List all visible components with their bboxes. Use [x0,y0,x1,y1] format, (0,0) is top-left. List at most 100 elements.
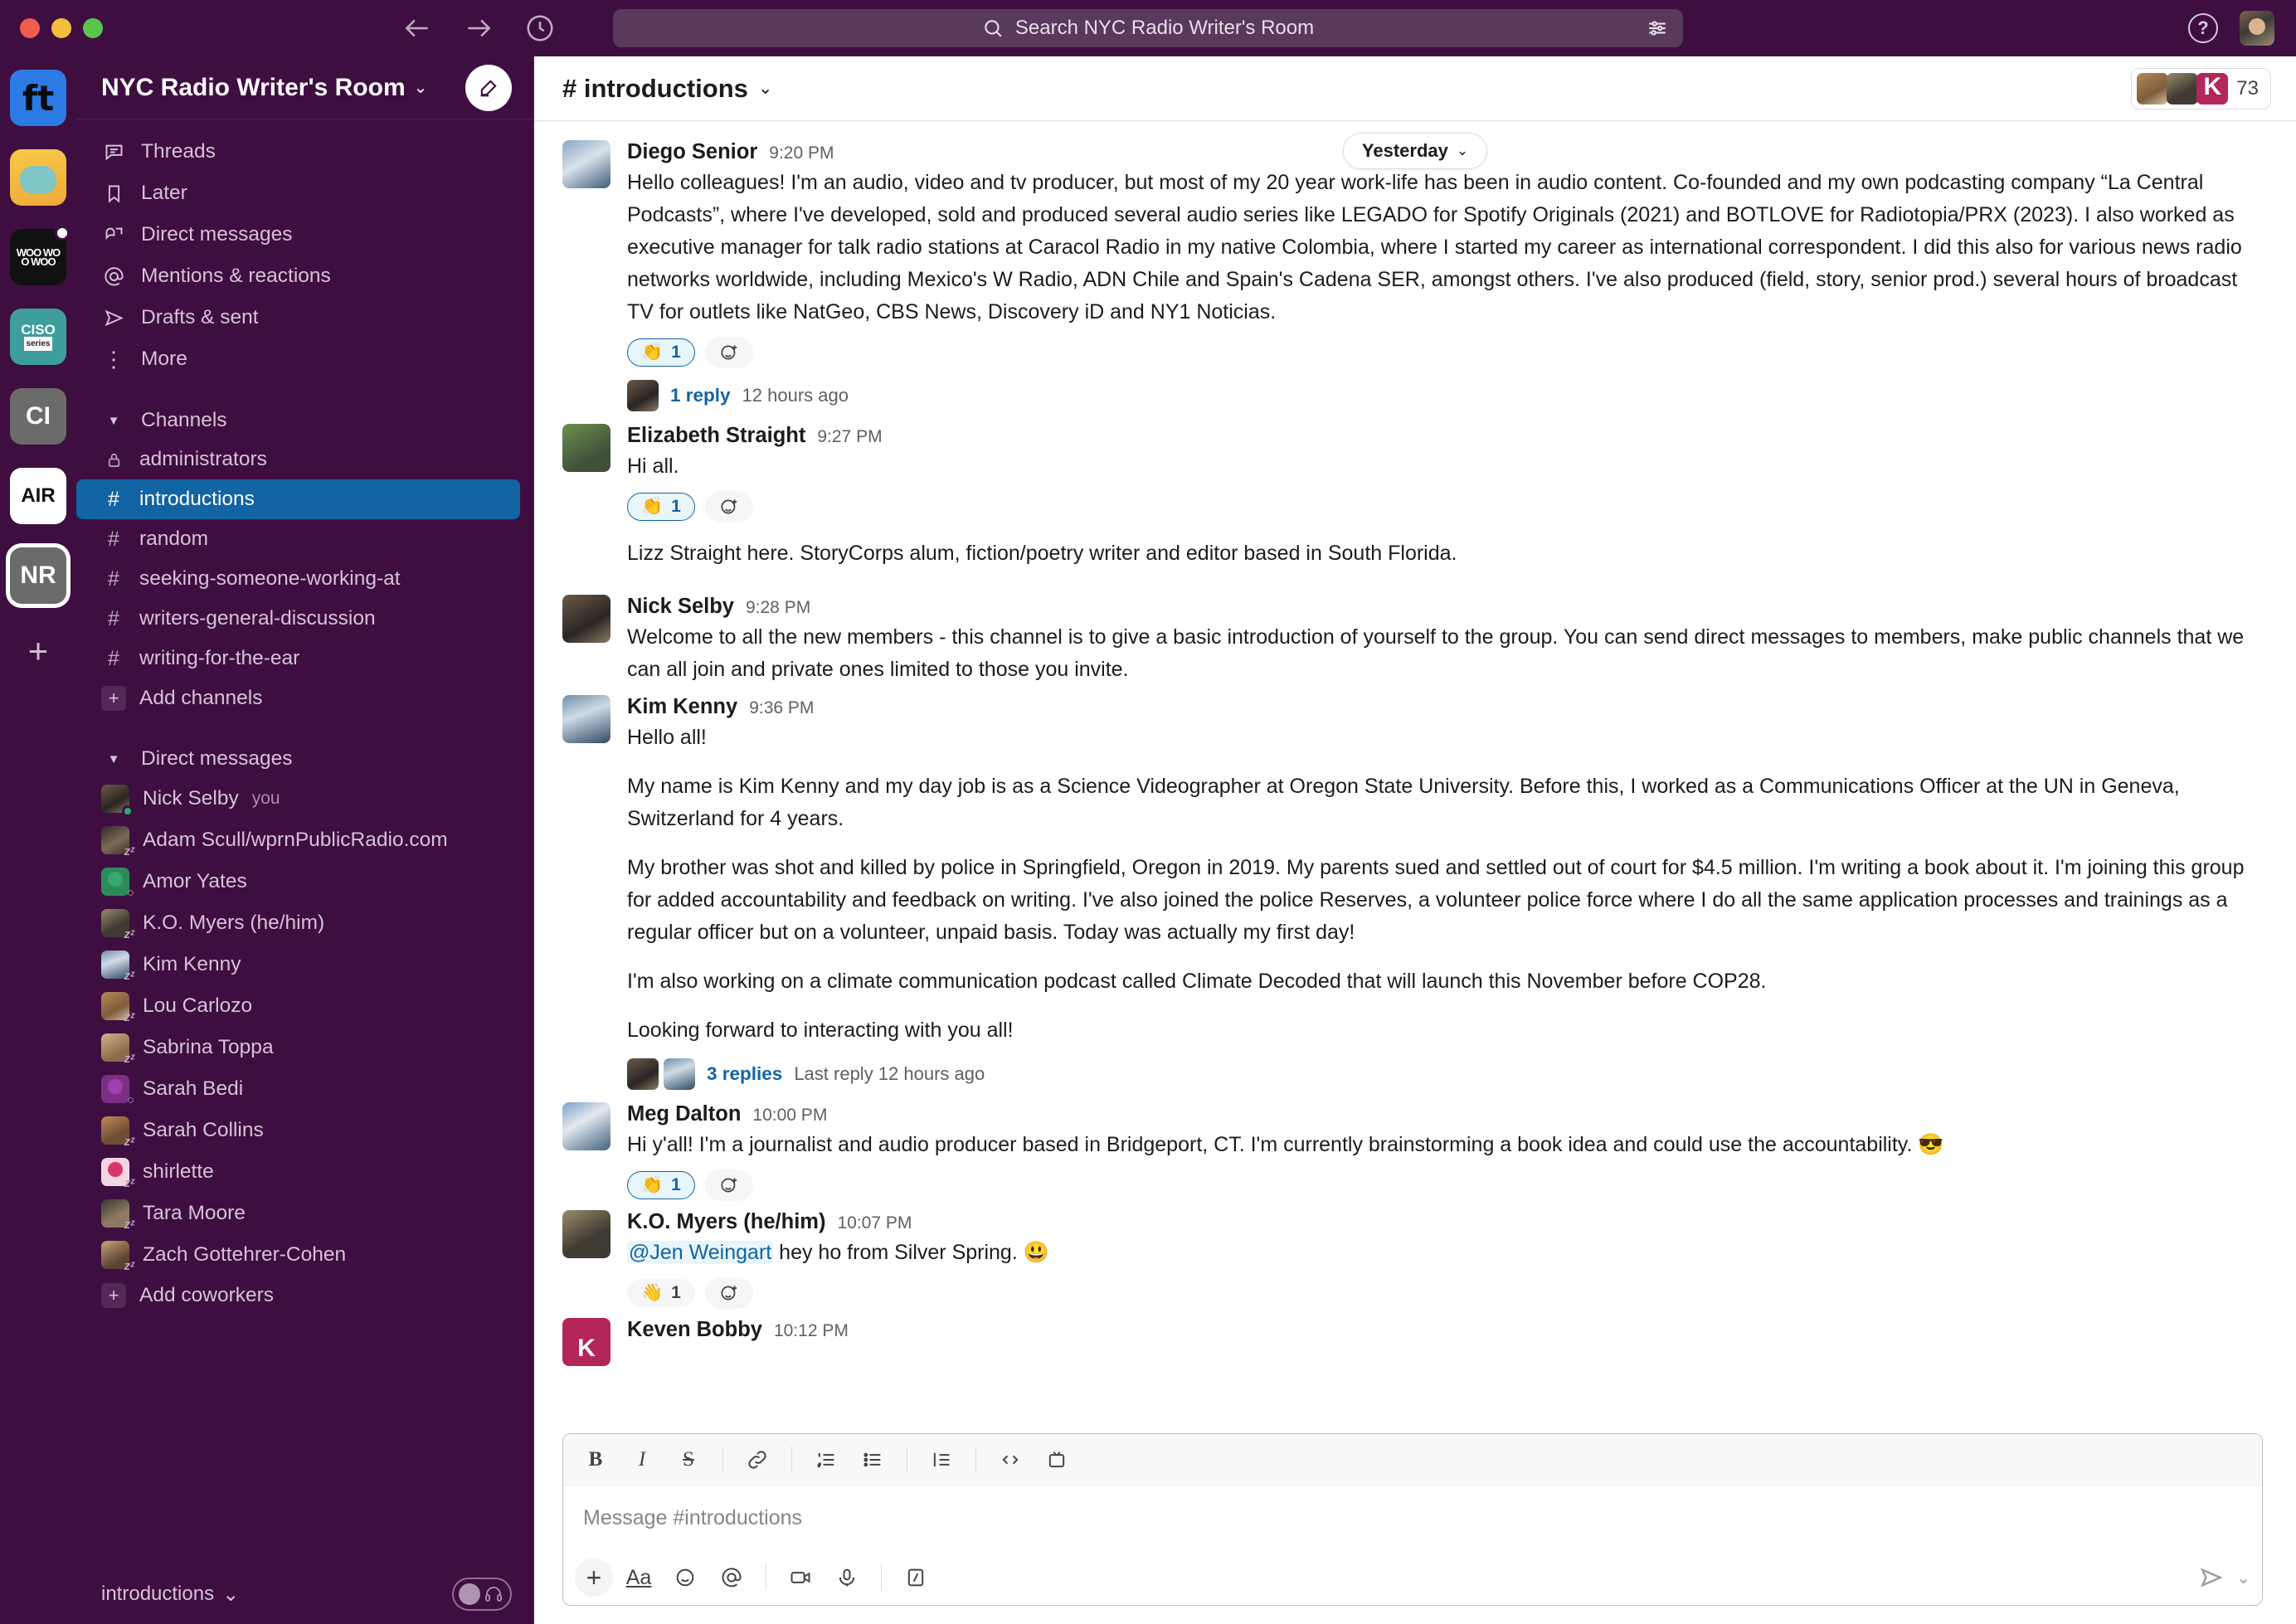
send-controls[interactable]: ⌄ [2198,1564,2250,1591]
message-author[interactable]: Nick Selby [627,595,734,619]
avatar[interactable] [562,595,610,643]
sidebar-item-writing-for-the-ear[interactable]: # writing-for-the-ear [76,639,520,678]
sidebar-item-seeking-someone-working-at[interactable]: # seeking-someone-working-at [76,559,520,599]
dm-item-sarah-bedi[interactable]: ○ Sarah Bedi [76,1068,533,1110]
video-clip-button[interactable] [780,1558,821,1597]
reaction-clap[interactable]: 👏 1 [627,493,695,521]
italic-button[interactable]: I [621,1441,663,1479]
sidebar-item-random[interactable]: # random [76,519,520,559]
emoji-button[interactable] [664,1558,706,1597]
ordered-list-button[interactable] [805,1441,847,1479]
message-author[interactable]: Keven Bobby [627,1318,762,1342]
compose-button[interactable] [465,64,512,111]
dm-item-shirlette[interactable]: zᶻ shirlette [76,1151,533,1193]
sidebar-item-writers-general-discussion[interactable]: # writers-general-discussion [76,599,520,639]
members-button[interactable]: K 73 [2131,67,2271,109]
dm-item-sabrina-toppa[interactable]: zᶻ Sabrina Toppa [76,1027,533,1068]
message-composer[interactable]: B I S Message #introductions + Aa ⌄ [562,1433,2263,1606]
dm-item-lou-carlozo[interactable]: zᶻ Lou Carlozo [76,985,533,1027]
dm-item-ko-myers[interactable]: zᶻ K.O. Myers (he/him) [76,902,533,944]
dm-item-kim-kenny[interactable]: zᶻ Kim Kenny [76,944,533,985]
dm-item-amor-yates[interactable]: ○ Amor Yates [76,861,533,902]
reaction-wave[interactable]: 👋 1 [627,1279,695,1307]
sidebar-item-more[interactable]: ⋮ More [76,338,533,380]
sidebar-item-introductions[interactable]: # introductions [76,479,520,519]
sidebar-item-direct-messages[interactable]: Direct messages [76,214,533,255]
forward-arrow-icon[interactable] [463,12,494,44]
code-button[interactable] [990,1441,1031,1479]
blockquote-button[interactable] [921,1441,962,1479]
dm-item-nick-selby[interactable]: Nick Selby you [76,778,533,819]
thread-summary[interactable]: 1 reply 12 hours ago [627,377,2263,415]
workspace-air[interactable]: AIR [10,468,66,524]
bulleted-list-button[interactable] [852,1441,893,1479]
workspace-ft[interactable]: ft [10,70,66,126]
dm-item-zach-gottehrer-cohen[interactable]: zᶻ Zach Gottehrer-Cohen [76,1234,533,1276]
workspace-woo[interactable]: WOO WOO WOO [10,226,70,285]
date-divider[interactable]: Yesterday ⌄ [1342,133,1488,169]
formatting-toggle-button[interactable]: Aa [618,1558,659,1597]
link-button[interactable] [737,1441,778,1479]
add-channels-button[interactable]: + Add channels [76,678,520,718]
chevron-down-icon[interactable]: ⌄ [2236,1568,2250,1588]
reaction-clap[interactable]: 👏 1 [627,338,695,367]
message-list[interactable]: Yesterday ⌄ Diego Senior 9:20 PM Hello c… [534,121,2296,1433]
window-controls[interactable] [0,18,158,38]
shortcuts-button[interactable] [895,1558,936,1597]
user-avatar[interactable] [2240,11,2274,46]
code-block-button[interactable] [1036,1441,1077,1479]
sidebar-item-drafts[interactable]: Drafts & sent [76,297,533,338]
minimize-window-button[interactable] [51,18,71,38]
sidebar-item-threads[interactable]: Threads [76,131,533,173]
bold-button[interactable]: B [575,1441,616,1479]
thread-reply-count[interactable]: 3 replies [707,1063,782,1085]
avatar[interactable]: K [562,1318,610,1366]
back-arrow-icon[interactable] [401,12,433,44]
add-coworkers-button[interactable]: + Add coworkers [76,1276,520,1315]
sidebar-scroll[interactable]: Threads Later Direct messages Mentions &… [76,119,533,1564]
strikethrough-button[interactable]: S [668,1441,709,1479]
attach-plus-button[interactable]: + [575,1558,613,1597]
dm-item-adam-scull[interactable]: zᶻ Adam Scull/wprnPublicRadio.com [76,819,533,861]
avatar[interactable] [562,1210,610,1258]
huddle-toggle[interactable] [452,1578,512,1611]
message-input[interactable]: Message #introductions [563,1485,2262,1550]
channel-title-button[interactable]: # introductions ⌄ [562,74,773,104]
mention-button[interactable] [711,1558,752,1597]
message-author[interactable]: Diego Senior [627,140,757,164]
reaction-clap[interactable]: 👏 1 [627,1171,695,1199]
search-filters-icon[interactable] [1647,17,1668,39]
add-workspace-button[interactable]: + [14,627,62,675]
workspace-ciso[interactable]: CISO series [10,309,66,365]
help-icon[interactable]: ? [2188,13,2218,43]
message-author[interactable]: Elizabeth Straight [627,424,805,448]
add-reaction-button[interactable] [704,491,753,523]
workspace-name-button[interactable]: NYC Radio Writer's Room ⌄ [101,74,427,102]
user-mention[interactable]: @Jen Weingart [627,1241,774,1264]
dm-item-sarah-collins[interactable]: zᶻ Sarah Collins [76,1110,533,1151]
sidebar-item-mentions[interactable]: Mentions & reactions [76,255,533,297]
workspace-header[interactable]: NYC Radio Writer's Room ⌄ [76,56,533,119]
close-window-button[interactable] [20,18,40,38]
channels-section-header[interactable]: ▼ Channels [76,401,533,440]
message-author[interactable]: K.O. Myers (he/him) [627,1210,825,1234]
workspace-hippo[interactable] [10,149,66,206]
dm-item-tara-moore[interactable]: zᶻ Tara Moore [76,1193,533,1234]
sidebar-footer-channel[interactable]: introductions ⌄ [101,1583,239,1607]
avatar[interactable] [562,140,610,188]
add-reaction-button[interactable] [704,1277,753,1309]
workspace-nr[interactable]: NR [10,547,66,604]
sidebar-item-administrators[interactable]: administrators [76,440,520,479]
avatar[interactable] [562,1102,610,1150]
maximize-window-button[interactable] [83,18,103,38]
search-bar[interactable]: Search NYC Radio Writer's Room [613,9,1683,47]
message-author[interactable]: Kim Kenny [627,695,737,719]
dms-section-header[interactable]: ▼ Direct messages [76,740,533,778]
add-reaction-button[interactable] [704,337,753,368]
thread-summary[interactable]: 3 replies Last reply 12 hours ago [627,1055,2263,1093]
add-reaction-button[interactable] [704,1169,753,1201]
avatar[interactable] [562,424,610,472]
message-author[interactable]: Meg Dalton [627,1102,741,1126]
sidebar-item-later[interactable]: Later [76,173,533,214]
audio-clip-button[interactable] [826,1558,868,1597]
